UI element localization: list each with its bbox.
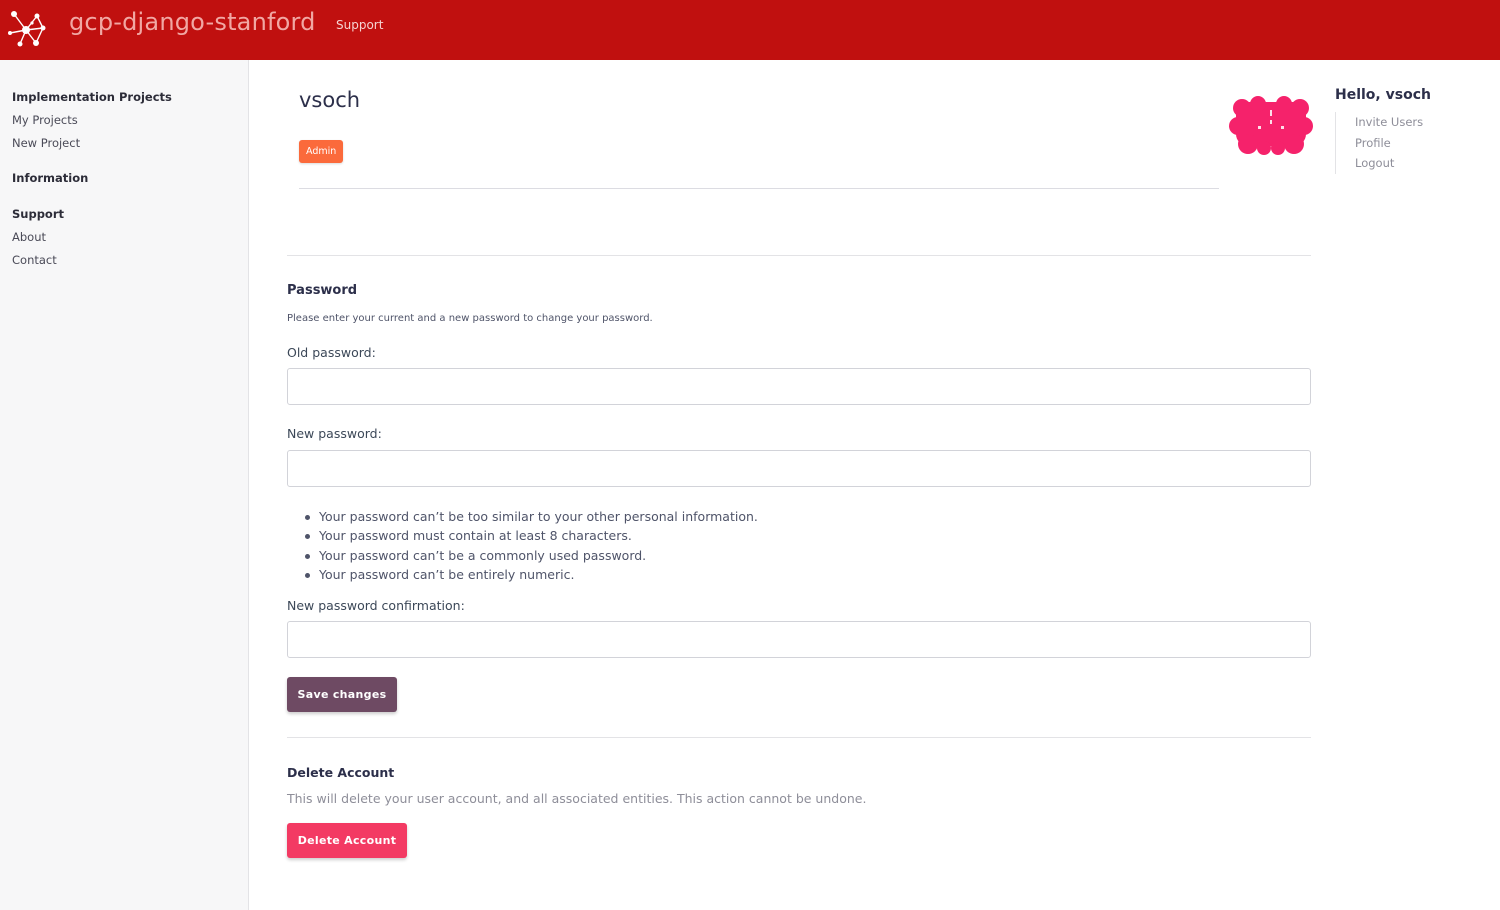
top-navbar: gcp-django-stanford Support (0, 0, 1500, 60)
delete-account-title: Delete Account (287, 765, 395, 780)
avatar (1229, 96, 1313, 155)
new-password-label: New password: (287, 426, 382, 441)
list-item: Your password can’t be a commonly used p… (305, 546, 758, 565)
list-item: Your password can’t be entirely numeric. (305, 565, 758, 584)
old-password-field[interactable] (287, 368, 1311, 405)
password-section-title: Password (287, 283, 358, 298)
section-divider (287, 737, 1311, 738)
logout-link[interactable]: Logout (1355, 156, 1394, 170)
profile-username: vsoch (299, 88, 361, 112)
delete-account-warning: This will delete your user account, and … (287, 791, 867, 806)
password-rules-list: Your password can’t be too similar to yo… (305, 507, 758, 584)
sidebar-heading-implementation-projects: Implementation Projects (12, 90, 172, 104)
delete-account-button[interactable]: Delete Account (287, 823, 407, 858)
admin-badge: Admin (299, 140, 344, 163)
user-menu: Invite Users Profile Logout (1335, 112, 1423, 174)
save-changes-button[interactable]: Save changes (287, 677, 397, 712)
list-item: Your password must contain at least 8 ch… (305, 526, 758, 545)
password-help-text: Please enter your current and a new pass… (287, 313, 653, 324)
confirm-password-label: New password confirmation: (287, 598, 465, 613)
sidebar-item-about[interactable]: About (12, 230, 46, 244)
confirm-password-field[interactable] (287, 621, 1311, 658)
old-password-label: Old password: (287, 345, 376, 360)
profile-link[interactable]: Profile (1355, 136, 1391, 150)
section-divider (287, 255, 1311, 256)
sidebar: Implementation Projects My Projects New … (0, 60, 249, 910)
sidebar-heading-information[interactable]: Information (12, 171, 88, 185)
nav-support-link[interactable]: Support (336, 18, 383, 32)
sidebar-item-my-projects[interactable]: My Projects (12, 113, 78, 127)
list-item: Your password can’t be too similar to yo… (305, 507, 758, 526)
invite-users-link[interactable]: Invite Users (1355, 115, 1423, 129)
header-divider (299, 188, 1219, 189)
user-greeting: Hello, vsoch (1335, 87, 1431, 103)
sidebar-item-contact[interactable]: Contact (12, 253, 57, 267)
network-graph-icon[interactable] (6, 6, 48, 50)
sidebar-item-new-project[interactable]: New Project (12, 136, 80, 150)
sidebar-heading-support: Support (12, 207, 65, 221)
new-password-field[interactable] (287, 450, 1311, 487)
brand-title[interactable]: gcp-django-stanford (69, 8, 316, 36)
